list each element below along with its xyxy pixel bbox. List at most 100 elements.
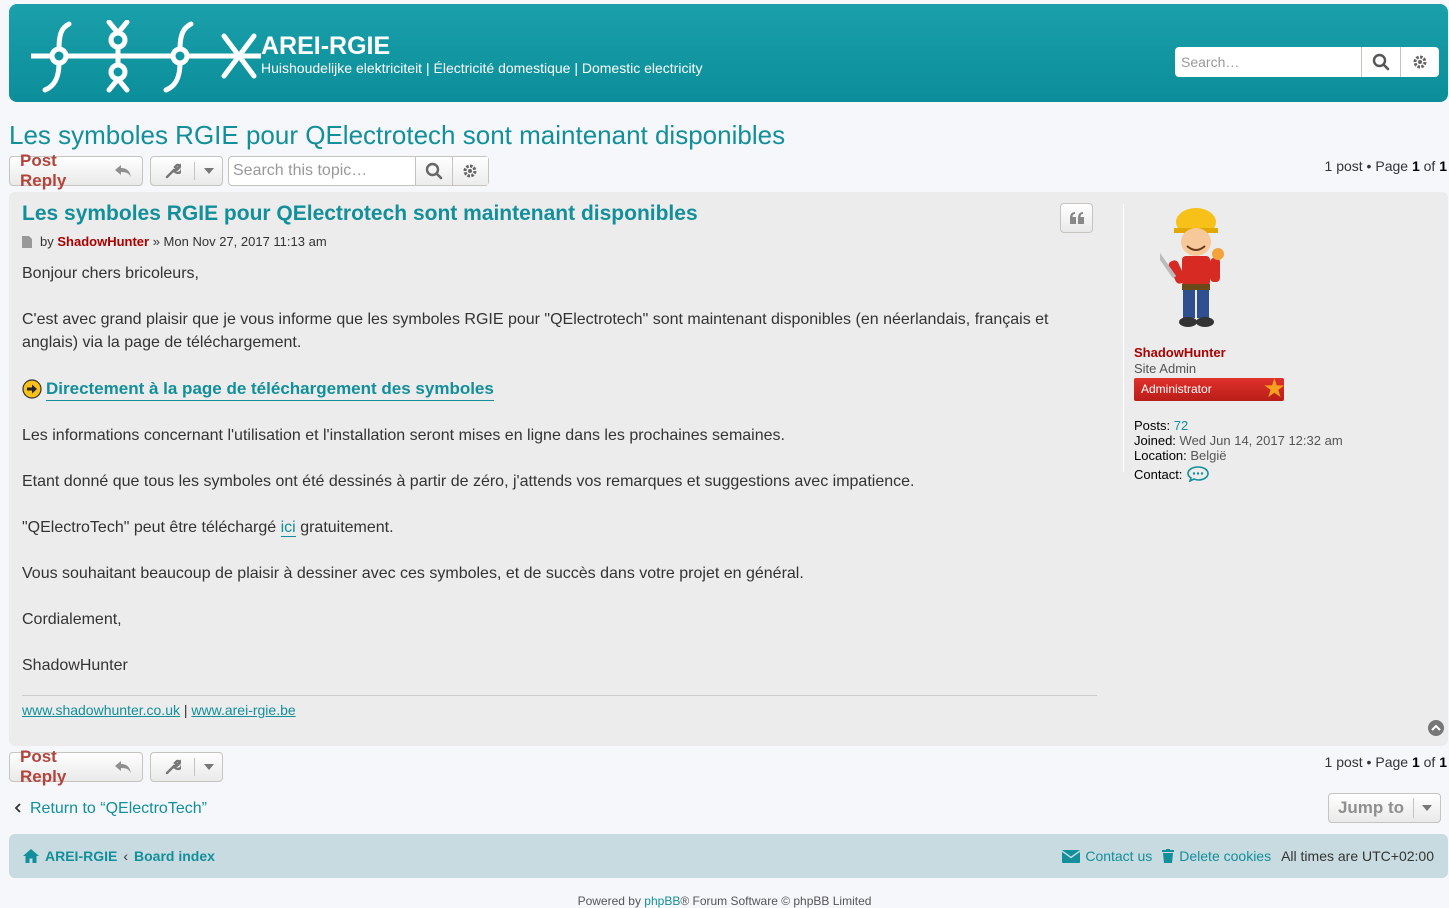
post-profile: ShadowHunter Site Admin Administrator ★ … [1123, 204, 1443, 482]
download-qelectrotech-link[interactable]: ici [280, 519, 296, 537]
download-link-line: Directement à la page de téléchargement … [22, 377, 1082, 401]
pagination-top: 1 post • Page 1 of 1 [1325, 158, 1447, 174]
post-text: "QElectroTech" peut être téléchargé [22, 519, 277, 536]
post-paragraph: Bonjour chers bricoleurs, [22, 265, 199, 282]
post-reply-button[interactable]: Post Reply [9, 747, 143, 786]
pagination-of: of [1423, 754, 1436, 770]
chevron-up-icon [1431, 724, 1441, 731]
site-description: Huishoudelijke elektriciteit | Électrici… [261, 60, 703, 76]
chevron-left-icon [14, 803, 21, 813]
post-paragraph: Les informations concernant l'utilisatio… [22, 427, 785, 444]
gear-icon [1413, 55, 1427, 69]
pagination-total: 1 [1439, 754, 1447, 770]
profile-joined-value: Wed Jun 14, 2017 12:32 am [1179, 433, 1343, 448]
signature-divider [22, 695, 1097, 696]
quote-button[interactable] [1060, 203, 1093, 233]
pagination-prefix: 1 post • Page [1324, 754, 1409, 770]
post-content: Bonjour chers bricoleurs, C'est avec gra… [22, 262, 1082, 700]
profile-contact: Contact: [1134, 466, 1210, 482]
site-title[interactable]: AREI-RGIE [261, 32, 390, 61]
profile-joined: Joined: Wed Jun 14, 2017 12:32 am [1134, 433, 1343, 448]
signature-link-arei-rgie[interactable]: www.arei-rgie.be [191, 702, 295, 718]
pagination-current: 1 [1411, 754, 1420, 770]
post-paragraph: ShadowHunter [22, 657, 128, 674]
avatar[interactable] [1160, 206, 1232, 328]
search-icon [1372, 53, 1390, 71]
delete-cookies-link[interactable]: Delete cookies [1162, 848, 1271, 864]
timezone-text: All times are UTC+02:00 [1281, 848, 1434, 864]
pagination-current: 1 [1411, 158, 1420, 174]
profile-location-value: België [1190, 448, 1227, 463]
topic-title[interactable]: Les symboles RGIE pour QElectrotech sont… [9, 120, 785, 151]
caret-down-icon [1422, 805, 1432, 811]
rank-badge-label: Administrator [1141, 382, 1212, 396]
profile-contact-label: Contact: [1134, 466, 1183, 482]
trash-icon [1162, 849, 1175, 863]
post-by-label: by [40, 234, 54, 249]
reply-icon [115, 761, 132, 773]
post-paragraph: Etant donné que tous les symboles ont ét… [22, 473, 915, 490]
delete-cookies-label: Delete cookies [1179, 848, 1272, 864]
bottom-action-bar: Post Reply [9, 747, 223, 786]
header-search-button[interactable] [1362, 47, 1401, 77]
chat-bubble-icon[interactable] [1187, 466, 1210, 482]
post-reply-button[interactable]: Post Reply [9, 151, 143, 190]
post-paragraph: Vous souhaitant beaucoup de plaisir à de… [22, 565, 804, 582]
circuit-logo-icon[interactable] [31, 20, 261, 94]
post-text: gratuitement. [300, 519, 394, 536]
post-paragraph: Cordialement, [22, 611, 122, 628]
home-icon [23, 849, 39, 863]
caret-down-icon [203, 764, 214, 770]
post-reply-label: Post Reply [20, 151, 67, 190]
breadcrumb-separator: ‹ [123, 848, 129, 864]
post: Les symboles RGIE pour QElectrotech sont… [9, 192, 1448, 746]
post-author-link[interactable]: ShadowHunter [57, 234, 149, 249]
breadcrumb-board-index-link[interactable]: Board index [134, 848, 215, 864]
top-action-bar: Post Reply [9, 151, 223, 190]
topic-search-button[interactable] [416, 157, 453, 185]
topic-search-input[interactable]: Search this topic… [229, 157, 416, 185]
profile-location: Location: België [1134, 448, 1227, 463]
wrench-icon [165, 759, 181, 775]
back-to-top-button[interactable] [1428, 720, 1444, 736]
profile-posts-label: Posts: [1134, 418, 1171, 433]
jump-to-dropdown[interactable]: Jump to [1328, 793, 1441, 823]
profile-posts: Posts: 72 [1134, 418, 1188, 433]
download-symbols-link[interactable]: Directement à la page de téléchargement … [46, 377, 494, 401]
jump-to-label: Jump to [1329, 798, 1414, 818]
post-file-icon[interactable] [22, 235, 32, 248]
post-meta: by ShadowHunter » Mon Nov 27, 2017 11:13… [22, 234, 327, 249]
return-to-forum-label: Return to “QElectroTech” [30, 800, 207, 817]
topic-advanced-search-button[interactable] [452, 157, 488, 185]
profile-location-label: Location: [1134, 448, 1187, 463]
arrow-right-circle-icon [22, 379, 42, 399]
breadcrumb-home-link[interactable]: AREI-RGIE [45, 848, 117, 864]
star-icon: ★ [1262, 373, 1286, 403]
profile-username[interactable]: ShadowHunter [1134, 345, 1226, 360]
header-advanced-search-button[interactable] [1401, 47, 1439, 77]
signature-separator: | [183, 702, 188, 718]
quote-icon [1069, 212, 1084, 224]
search-icon [425, 162, 443, 180]
pagination-total: 1 [1439, 158, 1447, 174]
rank-badge: Administrator ★ [1134, 373, 1286, 403]
post-title[interactable]: Les symboles RGIE pour QElectrotech sont… [22, 202, 698, 226]
caret-down-icon [203, 168, 214, 174]
footer-links: Contact us Delete cookies All times are … [1062, 848, 1434, 864]
header-search: Search… [1175, 47, 1439, 77]
topic-tools-button[interactable] [150, 156, 223, 186]
contact-us-link[interactable]: Contact us [1062, 848, 1152, 864]
header-search-input[interactable]: Search… [1175, 47, 1362, 77]
signature-link-shadowhunter[interactable]: www.shadowhunter.co.uk [22, 702, 180, 718]
wrench-icon [165, 163, 181, 179]
envelope-icon [1062, 849, 1081, 863]
profile-joined-label: Joined: [1134, 433, 1176, 448]
footer-navbar: AREI-RGIE ‹ Board index Contact us Delet… [9, 834, 1448, 878]
topic-tools-button[interactable] [150, 752, 223, 782]
return-to-forum-link[interactable]: Return to “QElectroTech” [14, 800, 207, 818]
signature: www.shadowhunter.co.uk | www.arei-rgie.b… [22, 702, 296, 718]
contact-us-label: Contact us [1085, 848, 1153, 864]
profile-posts-link[interactable]: 72 [1174, 418, 1188, 433]
site-header: AREI-RGIE Huishoudelijke elektriciteit |… [9, 4, 1448, 102]
pagination-bottom: 1 post • Page 1 of 1 [1325, 754, 1447, 770]
